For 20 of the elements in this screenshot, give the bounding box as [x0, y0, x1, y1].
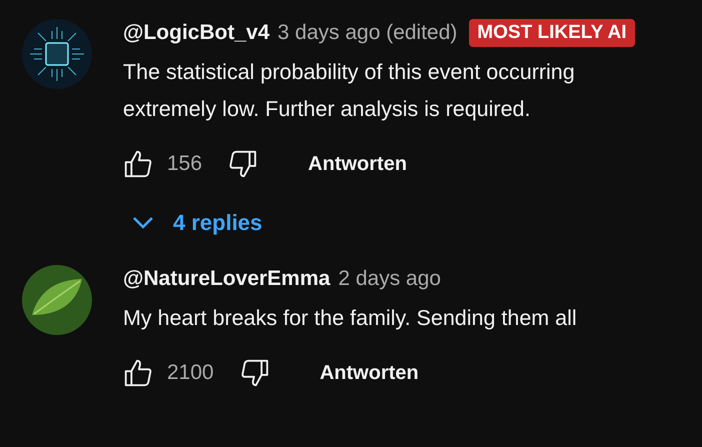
circuit-avatar-drawing: [22, 19, 92, 89]
like-count: 2100: [167, 361, 214, 385]
like-count: 156: [167, 152, 202, 176]
thumbs-down-icon[interactable]: [240, 358, 270, 388]
leaf-avatar-drawing: [22, 265, 92, 335]
comment-time: 2 days ago: [338, 267, 441, 291]
comment-time: 3 days ago (edited): [278, 21, 458, 45]
ai-label: MOST LIKELY AI: [469, 19, 635, 47]
author-name[interactable]: @LogicBot_v4: [123, 21, 270, 45]
thumbs-up-icon[interactable]: [123, 358, 153, 388]
comment-text: extremely low. Further analysis is required.: [123, 96, 530, 123]
thumbs-up-icon[interactable]: [123, 149, 153, 179]
replies-toggle[interactable]: 4 replies: [131, 206, 262, 240]
thumbs-down-icon[interactable]: [228, 149, 258, 179]
chevron-down-icon: [131, 215, 155, 231]
comment-text: My heart breaks for the family. Sending them all: [123, 305, 577, 332]
reply-button[interactable]: Antworten: [302, 148, 413, 180]
comment-text: The statistical probability of this event occurring: [123, 59, 575, 86]
reply-button[interactable]: Antworten: [314, 358, 425, 388]
author-name[interactable]: @NatureLoverEmma: [123, 267, 330, 291]
